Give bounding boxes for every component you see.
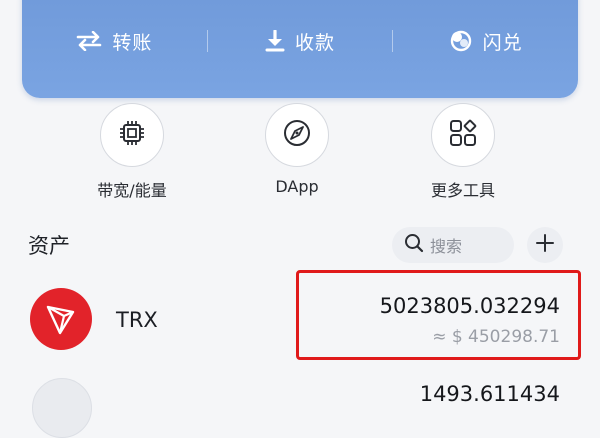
tool-dapp[interactable]: DApp	[232, 103, 362, 196]
swap-button[interactable]: 闪兑	[393, 28, 578, 55]
compass-icon	[281, 117, 313, 153]
asset-search[interactable]: 搜索	[392, 227, 514, 263]
swap-icon	[449, 29, 473, 53]
transfer-label: 转账	[112, 31, 153, 54]
tool-bandwidth-energy[interactable]: 带宽/能量	[67, 103, 197, 201]
tool-label: 带宽/能量	[97, 181, 167, 200]
download-arrow-icon	[265, 30, 285, 52]
asset-amount: 1493.611434	[419, 382, 560, 406]
swap-label: 闪兑	[482, 31, 523, 54]
tools-row: 带宽/能量 DApp 更多工具	[0, 103, 600, 203]
action-row: 转账 收款 闪兑	[22, 21, 578, 61]
grid-icon	[447, 117, 479, 153]
search-icon	[404, 233, 424, 257]
tool-circle	[265, 103, 329, 167]
asset-symbol: TRX	[116, 308, 158, 332]
tool-label: 更多工具	[430, 181, 495, 200]
receive-label: 收款	[295, 31, 336, 54]
tool-label: DApp	[275, 177, 319, 196]
assets-title: 资产	[28, 234, 70, 258]
transfer-arrows-icon	[76, 31, 102, 51]
receive-button[interactable]: 收款	[208, 28, 393, 55]
highlight-box	[296, 270, 581, 360]
action-card: 转账 收款 闪兑	[22, 0, 578, 98]
tool-more[interactable]: 更多工具	[398, 103, 528, 201]
asset-logo	[32, 378, 92, 438]
trx-logo-icon	[30, 288, 92, 350]
add-asset-button[interactable]	[527, 227, 563, 263]
transfer-button[interactable]: 转账	[22, 28, 207, 55]
tool-circle	[431, 103, 495, 167]
search-placeholder: 搜索	[430, 237, 463, 256]
chip-icon	[117, 118, 147, 152]
plus-icon	[536, 234, 554, 256]
tool-circle	[100, 103, 164, 167]
